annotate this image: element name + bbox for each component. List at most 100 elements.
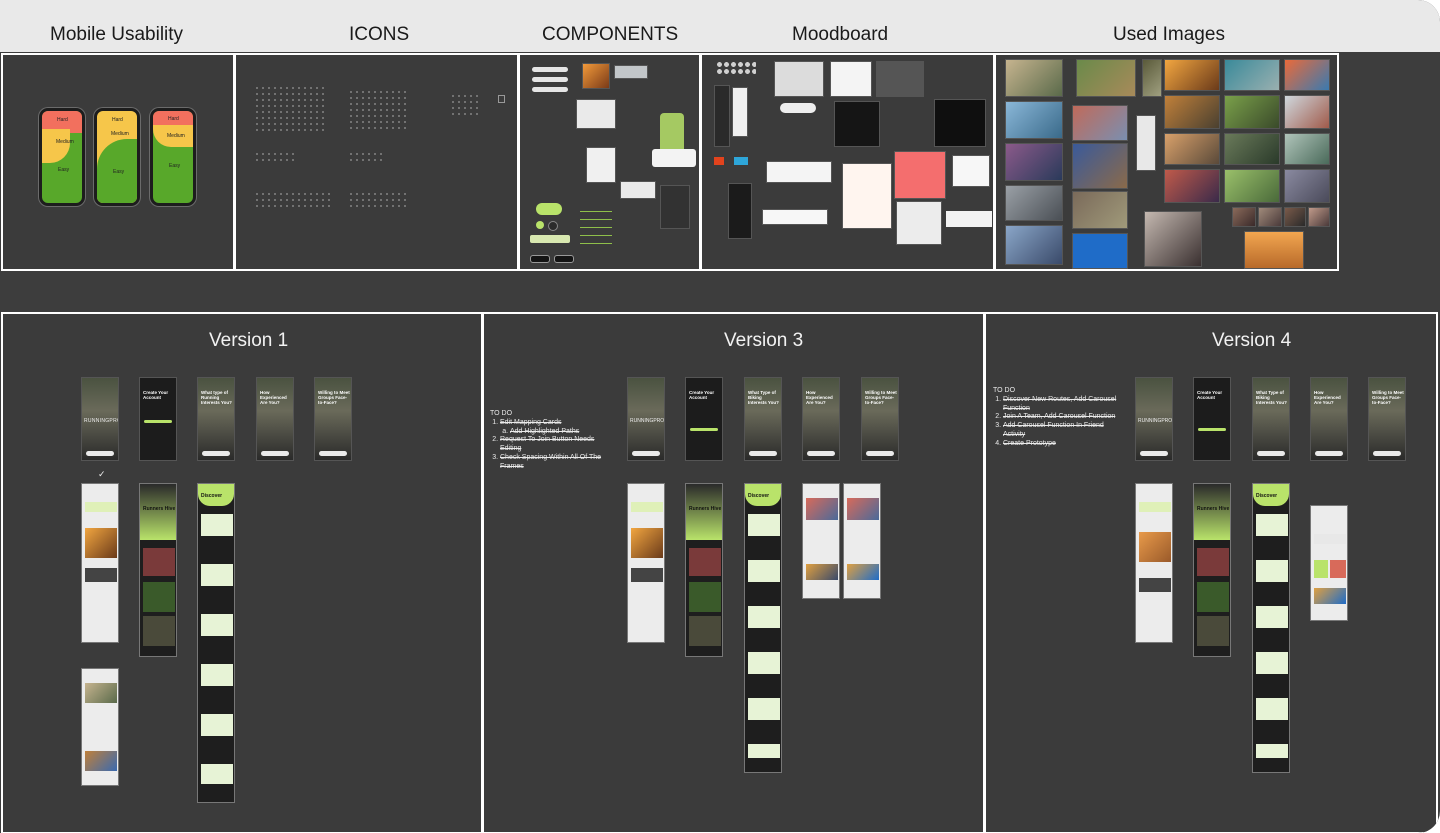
moodboard-screen-10 — [952, 155, 990, 187]
v4-groups-screen[interactable]: Willing to Meet Groups Face-to-Face? — [1368, 377, 1406, 461]
discover-title: Discover — [1256, 493, 1278, 499]
moodboard-screen-11 — [728, 183, 752, 239]
phone-mockup-2[interactable]: Hard Medium Easy — [94, 108, 140, 206]
image-tower[interactable] — [1072, 143, 1128, 189]
approved-check-icon: ✓ — [98, 469, 106, 479]
component-photo-card — [582, 63, 610, 89]
image-orange-sky[interactable] — [1244, 231, 1304, 269]
icon-grid-7 — [348, 191, 408, 211]
image-portrait-3[interactable] — [1284, 207, 1306, 227]
component-primary-button — [536, 203, 562, 215]
section-title-icons[interactable]: ICONS — [349, 24, 409, 46]
runners-hive-title: Runners Hive — [1197, 506, 1230, 512]
image-map-strip[interactable] — [1136, 115, 1156, 171]
v3-biking-interest-screen[interactable]: What Type of Biking Interests You? — [744, 377, 782, 461]
v3-create-account-screen[interactable]: Create Your Account — [685, 377, 723, 461]
brand-wordmark: RUNNINGPRO — [84, 418, 119, 424]
v3-teams-screen-b[interactable] — [843, 483, 881, 599]
v3-experience-screen[interactable]: How Experienced Are You? — [802, 377, 840, 461]
section-title-used-images[interactable]: Used Images — [1113, 24, 1225, 46]
moodboard-screen-4 — [830, 61, 872, 97]
section-title-moodboard[interactable]: Moodboard — [792, 24, 888, 46]
image-monument-1[interactable] — [1072, 105, 1128, 141]
v4-teams-screen[interactable] — [1310, 505, 1348, 621]
v3-welcome-screen[interactable]: RUNNINGPRO — [627, 377, 665, 461]
v1-runners-hive-screen[interactable]: Runners Hive — [139, 483, 177, 657]
todo-v3-item: Edit Mapping Cards — [500, 418, 562, 426]
frame-icons[interactable] — [234, 53, 519, 271]
image-mountains[interactable] — [1005, 225, 1063, 265]
image-shoes-run[interactable] — [1224, 133, 1280, 165]
image-team-run[interactable] — [1284, 133, 1330, 165]
image-sunset-run[interactable] — [1164, 59, 1220, 91]
v1-discover-screen[interactable]: Discover — [197, 483, 235, 803]
v1-home-feed-screen[interactable] — [81, 483, 119, 643]
image-field-run[interactable] — [1224, 169, 1280, 203]
image-portrait-2[interactable] — [1258, 207, 1282, 227]
image-road[interactable] — [1005, 185, 1063, 221]
v3-teams-screen-a[interactable] — [802, 483, 840, 599]
v1-groups-screen[interactable]: Willing to Meet Groups Face-to-Face? — [314, 377, 352, 461]
image-group-run-1[interactable] — [1224, 59, 1280, 91]
frame-version-1[interactable] — [1, 312, 483, 833]
biking-interest-heading: What Type of Biking Interests You? — [1256, 390, 1287, 405]
image-portrait-4[interactable] — [1308, 207, 1330, 227]
v1-create-account-screen[interactable]: Create Your Account — [139, 377, 177, 461]
version-3-title[interactable]: Version 3 — [724, 330, 803, 352]
image-feet-run[interactable] — [1164, 133, 1220, 165]
image-park-run[interactable] — [1224, 95, 1280, 129]
v4-runners-hive-screen[interactable]: Runners Hive — [1193, 483, 1231, 657]
image-runner-lake[interactable] — [1005, 101, 1063, 139]
frame-moodboard[interactable] — [700, 53, 995, 271]
frame-used-images[interactable] — [994, 53, 1339, 271]
frame-version-3[interactable] — [482, 312, 985, 833]
frame-mobile-usability[interactable]: Hard Medium Easy Hard Medium Easy Hard M… — [1, 53, 235, 271]
frame-components[interactable] — [518, 53, 701, 271]
v4-biking-interest-screen[interactable]: What Type of Biking Interests You? — [1252, 377, 1290, 461]
image-runner-small[interactable] — [1142, 59, 1162, 97]
v1-welcome-screen[interactable]: RUNNINGPRO — [81, 377, 119, 461]
image-shoes[interactable] — [1005, 143, 1063, 181]
component-list-card — [576, 99, 616, 129]
component-play-button — [536, 221, 544, 229]
image-portrait-1[interactable] — [1232, 207, 1256, 227]
image-knee[interactable] — [1144, 211, 1202, 267]
image-race[interactable] — [1164, 169, 1220, 203]
phone-mockup-3[interactable]: Hard Medium Easy — [150, 108, 196, 206]
moodboard-screen-3 — [774, 61, 824, 97]
v4-experience-screen[interactable]: How Experienced Are You? — [1310, 377, 1348, 461]
v4-create-account-screen[interactable]: Create Your Account — [1193, 377, 1231, 461]
create-account-heading: Create Your Account — [1197, 390, 1223, 400]
v3-home-feed-screen[interactable] — [627, 483, 665, 643]
v1-team-screen[interactable] — [81, 668, 119, 786]
difficulty-easy-label: Easy — [169, 163, 181, 169]
icon-grid-3 — [450, 93, 480, 117]
moodboard-table-card — [762, 209, 828, 225]
v3-groups-screen[interactable]: Willing to Meet Groups Face-to-Face? — [861, 377, 899, 461]
version-4-title[interactable]: Version 4 — [1212, 330, 1291, 352]
v3-discover-screen[interactable]: Discover — [744, 483, 782, 773]
v4-discover-screen[interactable]: Discover — [1252, 483, 1290, 773]
image-monument-2[interactable] — [1072, 191, 1128, 229]
image-runner-stretch[interactable] — [1005, 59, 1063, 97]
image-marathon[interactable] — [1284, 59, 1330, 91]
todo-v4-item: Join A Team, Add Carousel Function — [1003, 413, 1116, 421]
image-street-run[interactable] — [1284, 169, 1330, 203]
v1-running-interest-screen[interactable]: What type of Running Interests You? — [197, 377, 235, 461]
difficulty-hard-label: Hard — [57, 117, 68, 123]
v3-runners-hive-screen[interactable]: Runners Hive — [685, 483, 723, 657]
image-city-run[interactable] — [1284, 95, 1330, 129]
moodboard-screen-12 — [896, 201, 942, 245]
section-title-components[interactable]: COMPONENTS — [542, 24, 678, 46]
section-title-mobile-usability[interactable]: Mobile Usability — [50, 24, 183, 46]
component-image-card — [614, 65, 648, 79]
v4-welcome-screen[interactable]: RUNNINGPRO — [1135, 377, 1173, 461]
version-1-title[interactable]: Version 1 — [209, 330, 288, 352]
todo-v3-heading: TO DO — [490, 410, 513, 417]
v1-experience-screen[interactable]: How Experienced Are You? — [256, 377, 294, 461]
image-illustration[interactable] — [1072, 233, 1128, 269]
image-pair-run[interactable] — [1164, 95, 1220, 129]
image-trail[interactable] — [1076, 59, 1136, 97]
v4-home-feed-screen[interactable] — [1135, 483, 1173, 643]
phone-mockup-1[interactable]: Hard Medium Easy — [39, 108, 85, 206]
